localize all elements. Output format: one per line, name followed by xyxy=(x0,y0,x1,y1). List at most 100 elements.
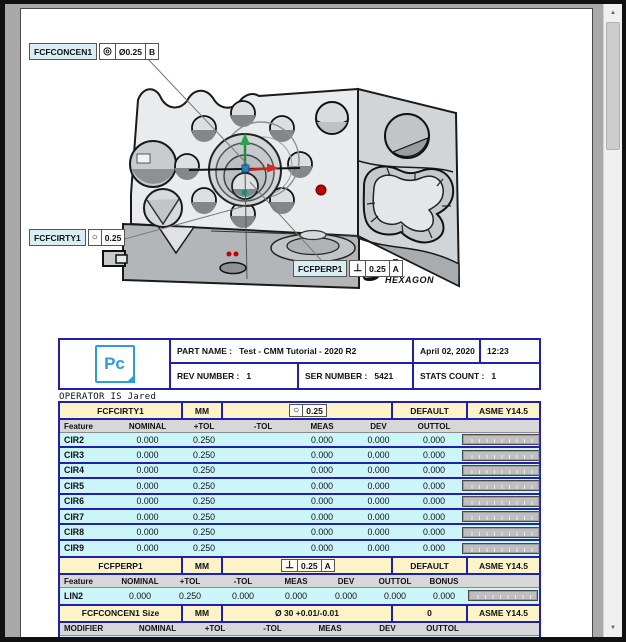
value-cell: 0.000 xyxy=(293,527,351,537)
bar-cell xyxy=(462,480,542,491)
column-header-row: FeatureNOMINAL+TOL-TOLMEASDEVOUTTOL xyxy=(60,420,539,433)
scroll-down-button[interactable]: ▼ xyxy=(604,620,622,636)
report-viewport: HEXAGON FCFCONCEN1 ◎ Ø0.25 B FCFCIRTY1 ○… xyxy=(5,4,622,637)
value-cell: 0.000 xyxy=(120,496,175,506)
table-row-cir2: CIR20.0000.2500.0000.0000.000 xyxy=(60,433,539,448)
bar-cell xyxy=(468,590,540,601)
perpendicularity-symbol-icon: ⊥ xyxy=(282,560,298,571)
scroll-up-button[interactable]: ▲ xyxy=(604,5,622,21)
section-fcfperp1: FCFPERP1 MM ⊥ 0.25 A DEFAULT ASME Y14.5 xyxy=(58,556,541,605)
callout-fcfcirty1[interactable]: FCFCIRTY1 ○ 0.25 xyxy=(29,229,125,246)
rev-number-cell: REV NUMBER : 1 xyxy=(171,364,299,388)
report-header-table: Pc PART NAME : Test - CMM Tutorial - 202… xyxy=(58,338,541,390)
circularity-symbol-icon: ○ xyxy=(290,405,303,416)
section-name: FCFCONCEN1 Size xyxy=(60,606,183,621)
value-cell: 0.000 xyxy=(420,591,468,601)
scroll-down-icon: ▼ xyxy=(610,625,616,631)
mode-label: 0 xyxy=(393,606,468,621)
value-cell: 0.000 xyxy=(120,543,175,553)
table-row-cyl1: CYL130.0000.0100.01030.0000.0000.000 xyxy=(60,636,539,637)
rev-label: REV NUMBER : xyxy=(177,371,239,381)
column-header-row: MODIFIERNOMINAL+TOL-TOLMEASDEVOUTTOL xyxy=(60,623,539,636)
ser-value: 5421 xyxy=(374,371,393,381)
feature-name: CIR2 xyxy=(60,435,120,445)
report-window: HEXAGON FCFCONCEN1 ◎ Ø0.25 B FCFCIRTY1 ○… xyxy=(0,0,626,642)
column-header-row: FeatureNOMINAL+TOL-TOLMEASDEVOUTTOLBONUS xyxy=(60,575,539,588)
col-header-feature: Feature xyxy=(60,577,116,586)
value-cell: 0.000 xyxy=(120,435,175,445)
size-tolerance-text: Ø 30 +0.01/-0.01 xyxy=(223,606,393,621)
mode-label: DEFAULT xyxy=(393,403,468,418)
section-fcfconcen1-size: FCFCONCEN1 Size MM Ø 30 +0.01/-0.01 0 AS… xyxy=(58,604,541,637)
standard-label: ASME Y14.5 xyxy=(468,606,539,621)
pcdmis-logo-icon: Pc xyxy=(95,345,135,383)
part-name-value: Test - CMM Tutorial - 2020 R2 xyxy=(239,346,356,356)
table-row-cir4: CIR40.0000.2500.0000.0000.000 xyxy=(60,464,539,479)
data-rows: CIR20.0000.2500.0000.0000.000CIR30.0000.… xyxy=(60,433,539,556)
value-cell: 0.000 xyxy=(293,481,351,491)
value-cell: 0.000 xyxy=(120,450,175,460)
datum-reference: A xyxy=(322,560,334,571)
col-header-nominal: NOMINAL xyxy=(116,577,164,586)
measurement-report: Pc PART NAME : Test - CMM Tutorial - 202… xyxy=(58,338,541,637)
bar-cell xyxy=(462,434,542,445)
col-header-tol: +TOL xyxy=(175,422,233,431)
bar-cell xyxy=(462,465,542,476)
deviation-bar xyxy=(462,465,540,476)
value-cell: 0.000 xyxy=(116,591,164,601)
time-cell: 12:23 xyxy=(481,340,539,364)
value-cell: 0.000 xyxy=(406,527,462,537)
col-header-tol: -TOL xyxy=(216,577,270,586)
table-row-cir3: CIR30.0000.2500.0000.0000.000 xyxy=(60,448,539,463)
section-name: FCFPERP1 xyxy=(60,558,183,573)
deviation-bar xyxy=(462,543,540,554)
stats-label: STATS COUNT : xyxy=(420,371,484,381)
col-header-meas: MEAS xyxy=(270,577,322,586)
scrollbar-thumb[interactable] xyxy=(606,22,620,150)
table-row-lin2: LIN20.0000.2500.0000.0000.0000.0000.000 xyxy=(60,588,539,603)
callout-label: FCFPERP1 xyxy=(293,260,347,277)
value-cell: 0.250 xyxy=(175,527,233,537)
value-cell: 0.000 xyxy=(120,465,175,475)
value-cell: 0.000 xyxy=(351,527,406,537)
value-cell: 0.000 xyxy=(120,481,175,491)
col-header-tol: -TOL xyxy=(233,422,293,431)
tolerance-value: Ø0.25 xyxy=(116,44,146,59)
col-header-meas: MEAS xyxy=(300,624,360,633)
callout-label: FCFCONCEN1 xyxy=(29,43,97,60)
value-cell: 0.000 xyxy=(351,496,406,506)
value-cell: 0.000 xyxy=(216,591,270,601)
table-row-cir5: CIR50.0000.2500.0000.0000.000 xyxy=(60,479,539,494)
bar-cell xyxy=(462,543,542,554)
bar-cell xyxy=(462,450,542,461)
value-cell: 0.000 xyxy=(120,527,175,537)
value-cell: 0.000 xyxy=(351,450,406,460)
datum-reference: B xyxy=(146,44,158,59)
stats-value: 1 xyxy=(491,371,496,381)
col-header-modifier: MODIFIER xyxy=(60,624,130,633)
value-cell: 0.000 xyxy=(351,465,406,475)
fcf-summary: ⊥ 0.25 A xyxy=(223,558,393,573)
standard-label: ASME Y14.5 xyxy=(468,403,539,418)
vertical-scrollbar[interactable]: ▲ ▼ xyxy=(603,4,622,637)
standard-label: ASME Y14.5 xyxy=(468,558,539,573)
tolerance-value: 0.25 xyxy=(366,261,390,276)
col-header-outtol: OUTTOL xyxy=(406,422,462,431)
feature-name: CIR5 xyxy=(60,481,120,491)
value-cell: 0.250 xyxy=(175,481,233,491)
bar-cell xyxy=(462,496,542,507)
value-cell: 0.250 xyxy=(175,465,233,475)
callout-fcfconcen1[interactable]: FCFCONCEN1 ◎ Ø0.25 B xyxy=(29,43,159,60)
units-label: MM xyxy=(183,558,223,573)
callout-fcfperp1[interactable]: FCFPERP1 ⊥ 0.25 A xyxy=(293,260,403,277)
value-cell: 0.000 xyxy=(293,435,351,445)
col-header-tol: +TOL xyxy=(185,624,245,633)
value-cell: 0.250 xyxy=(175,450,233,460)
value-cell: 0.000 xyxy=(351,481,406,491)
value-cell: 0.000 xyxy=(120,512,175,522)
table-row-cir7: CIR70.0000.2500.0000.0000.000 xyxy=(60,510,539,525)
section-name: FCFCIRTY1 xyxy=(60,403,183,418)
datum-reference: A xyxy=(390,261,402,276)
value-cell: 0.000 xyxy=(351,512,406,522)
logo-cell: Pc xyxy=(60,340,171,388)
